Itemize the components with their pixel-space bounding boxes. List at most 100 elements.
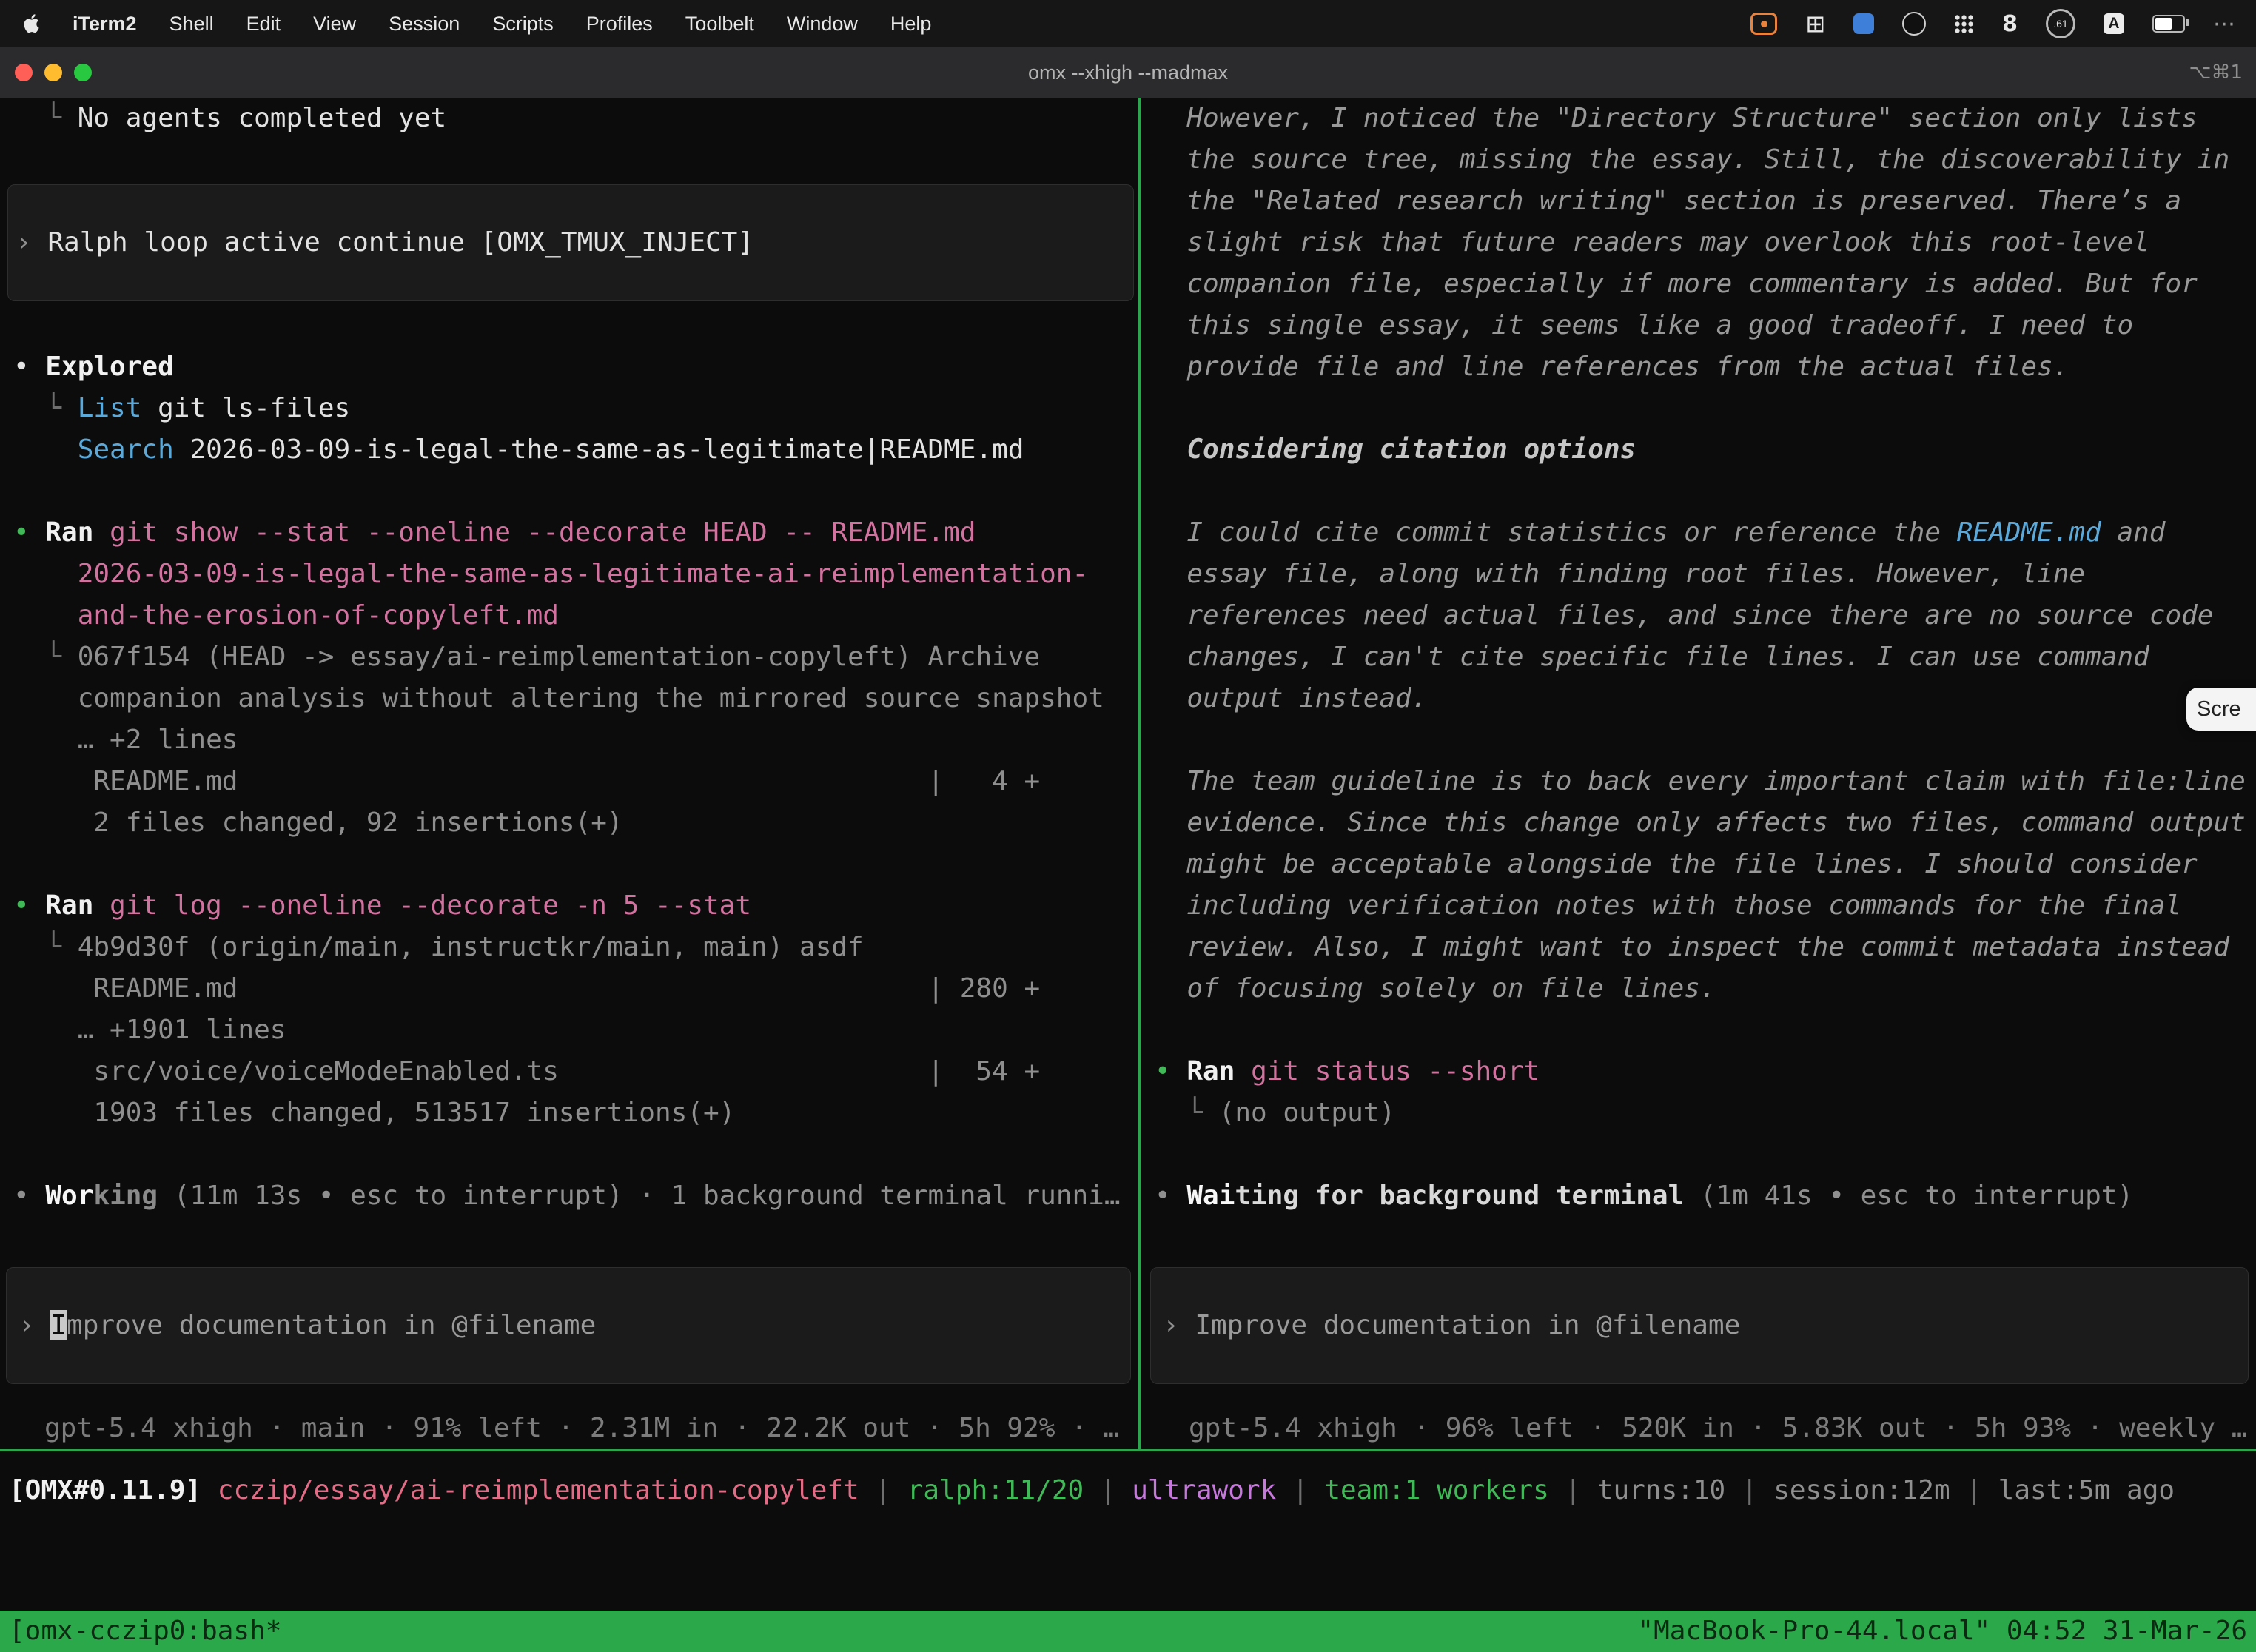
prompt-input-right-text: › Improve documentation in @filename — [1163, 1305, 1740, 1346]
terminal-line: However, I noticed the "Directory Struct… — [1155, 98, 2256, 139]
terminal-line — [13, 305, 1138, 346]
terminal-line: … +1901 lines — [13, 1010, 1138, 1051]
terminal-line — [1155, 471, 2256, 512]
terminal-line: companion analysis without altering the … — [13, 678, 1138, 719]
terminal-line: └ No agents completed yet — [13, 98, 1138, 139]
terminal-line: 2026-03-09-is-legal-the-same-as-legitima… — [13, 554, 1138, 595]
menu-item-session[interactable]: Session — [389, 13, 460, 36]
terminal-line: output instead. — [1155, 678, 2256, 719]
prompt-input-left[interactable]: › Improve documentation in @filename — [6, 1267, 1131, 1384]
terminal-line: references need actual files, and since … — [1155, 595, 2256, 637]
terminal-line: Search 2026-03-09-is-legal-the-same-as-l… — [13, 429, 1138, 471]
terminal-line: provide file and line references from th… — [1155, 346, 2256, 388]
inject-banner: › Ralph loop active continue [OMX_TMUX_I… — [7, 184, 1134, 301]
terminal-line: • Working (11m 13s • esc to interrupt) ·… — [13, 1175, 1138, 1217]
terminal-line — [13, 471, 1138, 512]
horizontal-divider — [0, 1449, 2256, 1451]
menu-bar: iTerm2 Shell Edit View Session Scripts Profile… — [0, 0, 2256, 47]
terminal-line: slight risk that future readers may over… — [1155, 222, 2256, 263]
screen: iTerm2 Shell Edit View Session Scripts Profile… — [0, 0, 2256, 1652]
menu-item-window[interactable]: Window — [787, 13, 858, 36]
battery-icon[interactable] — [2152, 15, 2185, 33]
menu-item-edit[interactable]: Edit — [246, 13, 281, 36]
control-center-icon[interactable]: ⋯ — [2213, 11, 2235, 37]
terminal-line: └ List git ls-files — [13, 388, 1138, 429]
screen-sharing-overlay[interactable]: Scre — [2186, 688, 2256, 731]
terminal-line — [1155, 1010, 2256, 1051]
menu-item-iterm2[interactable]: iTerm2 — [73, 13, 137, 36]
terminal-line: of focusing solely on file lines. — [1155, 968, 2256, 1010]
menu-item-toolbelt[interactable]: Toolbelt — [685, 13, 754, 36]
terminal-line: 1903 files changed, 513517 insertions(+) — [13, 1092, 1138, 1134]
screen-recording-icon[interactable] — [1750, 13, 1777, 35]
menu-item-help[interactable]: Help — [890, 13, 932, 36]
battery-gauge-icon[interactable]: .61 — [2046, 9, 2075, 38]
terminal-line: The team guideline is to back every impo… — [1155, 761, 2256, 802]
title-bar: omx --xhigh --madmax ⌥⌘1 — [0, 47, 2256, 98]
menu-item-profiles[interactable]: Profiles — [586, 13, 653, 36]
figure-eight-app-icon[interactable]: 8 — [2002, 11, 2018, 37]
tmux-session-label: [omx-cczip0:bash* — [9, 1611, 281, 1652]
right-pane-scrollback: However, I noticed the "Directory Struct… — [1144, 98, 2256, 1217]
pane-divider[interactable] — [1138, 98, 1141, 1449]
terminal-line: └ 4b9d30f (origin/main, instructkr/main,… — [13, 927, 1138, 968]
prompt-input-right[interactable]: › Improve documentation in @filename — [1150, 1267, 2249, 1384]
tmux-host-clock-label: "MacBook-Pro-44.local" 04:52 31-Mar-26 — [1637, 1611, 2247, 1652]
terminal-line: essay file, along with finding root file… — [1155, 554, 2256, 595]
menu-item-view[interactable]: View — [313, 13, 356, 36]
window-grid-icon[interactable]: ⊞ — [1805, 12, 1825, 36]
terminal-line: the source tree, missing the essay. Stil… — [1155, 139, 2256, 181]
terminal-line: this single essay, it seems like a good … — [1155, 305, 2256, 346]
battery-nub — [2186, 19, 2189, 26]
inject-banner-text: › Ralph loop active continue [OMX_TMUX_I… — [16, 222, 753, 263]
tmux-status-bar: [omx-cczip0:bash* "MacBook-Pro-44.local"… — [0, 1611, 2256, 1652]
apple-menu-icon[interactable] — [21, 13, 43, 35]
right-pane[interactable]: However, I noticed the "Directory Struct… — [1144, 98, 2256, 1449]
terminal-line: • Waiting for background terminal (1m 41… — [1155, 1175, 2256, 1217]
terminal-line: might be acceptable alongside the file l… — [1155, 844, 2256, 885]
recording-dot-icon — [1761, 21, 1767, 27]
dark-app-icon[interactable] — [1902, 12, 1926, 36]
menu-item-shell[interactable]: Shell — [169, 13, 214, 36]
terminal-line: including verification notes with those … — [1155, 885, 2256, 927]
left-pane-scrollback: └ No agents completed yet › Ralph loop ac… — [0, 98, 1138, 1217]
terminal-line — [13, 1134, 1138, 1175]
terminal-line: • Explored — [13, 346, 1138, 388]
terminal-line: companion file, especially if more comme… — [1155, 263, 2256, 305]
menu-item-scripts[interactable]: Scripts — [492, 13, 554, 36]
terminal-line: review. Also, I might want to inspect th… — [1155, 927, 2256, 968]
terminal-line: • Ran git log --oneline --decorate -n 5 … — [13, 885, 1138, 927]
terminal-line: • Ran git status --short — [1155, 1051, 2256, 1092]
terminal-line: evidence. Since this change only affects… — [1155, 802, 2256, 844]
input-source-icon[interactable]: A — [2104, 13, 2124, 34]
terminal-line: the "Related research writing" section i… — [1155, 181, 2256, 222]
battery-gauge-label: .61 — [2053, 18, 2067, 30]
left-pane[interactable]: └ No agents completed yet › Ralph loop ac… — [0, 98, 1138, 1449]
terminal-line: src/voice/voiceModeEnabled.ts | 54 + — [13, 1051, 1138, 1092]
window-shortcut-badge: ⌥⌘1 — [2189, 47, 2243, 98]
terminal-line: • Ran git show --stat --oneline --decora… — [13, 512, 1138, 554]
prompt-input-left-text: › Improve documentation in @filename — [19, 1305, 596, 1346]
terminal-line: changes, I can't cite specific file line… — [1155, 637, 2256, 678]
terminal-window: └ No agents completed yet › Ralph loop ac… — [0, 98, 2256, 1611]
terminal-line: Considering citation options — [1155, 429, 2256, 471]
left-pane-status: gpt-5.4 xhigh · main · 91% left · 2.31M … — [0, 1408, 1138, 1449]
terminal-line — [13, 844, 1138, 885]
terminal-line: README.md | 280 + — [13, 968, 1138, 1010]
terminal-line: README.md | 4 + — [13, 761, 1138, 802]
right-pane-status: gpt-5.4 xhigh · 96% left · 520K in · 5.8… — [1144, 1408, 2256, 1449]
terminal-line: and-the-erosion-of-copyleft.md — [13, 595, 1138, 637]
omx-status-line: [OMX#0.11.9] cczip/essay/ai-reimplementa… — [9, 1470, 2175, 1511]
window-title: omx --xhigh --madmax — [0, 47, 2256, 98]
terminal-line — [1155, 388, 2256, 429]
terminal-line: … +2 lines — [13, 719, 1138, 761]
terminal-line — [1155, 719, 2256, 761]
dots-grid-icon[interactable] — [1954, 14, 1974, 34]
terminal-line — [13, 139, 1138, 181]
battery-fill — [2155, 18, 2172, 30]
terminal-line: I could cite commit statistics or refere… — [1155, 512, 2256, 554]
blue-app-icon[interactable] — [1853, 13, 1874, 34]
terminal-line — [1155, 1134, 2256, 1175]
terminal-line: 2 files changed, 92 insertions(+) — [13, 802, 1138, 844]
menu-bar-items: iTerm2 Shell Edit View Session Scripts Profile… — [73, 13, 931, 36]
